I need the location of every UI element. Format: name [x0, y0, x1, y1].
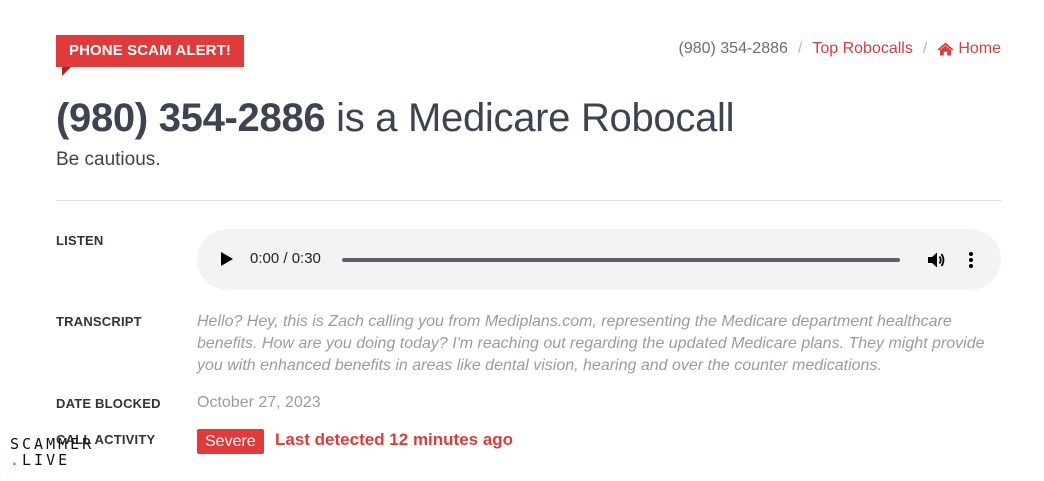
- play-icon[interactable]: [221, 252, 233, 266]
- last-detected-text: Last detected 12 minutes ago: [275, 430, 514, 449]
- watermark-logo: SCAMMER .LIVE: [10, 436, 94, 468]
- page-title-rest: is a Medicare Robocall: [325, 96, 735, 140]
- date-blocked-value: October 27, 2023: [197, 394, 321, 411]
- date-blocked-label: DATE BLOCKED: [56, 396, 161, 411]
- page: PHONE SCAM ALERT! (980) 354-2886 / Top R…: [0, 0, 1044, 481]
- breadcrumb-current: (980) 354-2886: [678, 40, 788, 57]
- alert-badge-tail: [62, 67, 71, 76]
- phone-number: (980) 354-2886: [56, 96, 326, 140]
- watermark-dot: .: [10, 451, 23, 469]
- transcript-text: Hello? Hey, this is Zach calling you fro…: [197, 313, 985, 374]
- page-subtitle: Be cautious.: [56, 149, 161, 170]
- breadcrumb-separator: /: [797, 40, 803, 57]
- breadcrumb: (980) 354-2886 / Top Robocalls / Home: [678, 40, 1001, 58]
- breadcrumb-home-link[interactable]: Home: [937, 40, 1001, 58]
- transcript-label: TRANSCRIPT: [56, 314, 142, 329]
- more-options-icon[interactable]: [968, 250, 974, 270]
- breadcrumb-home-label: Home: [958, 40, 1001, 57]
- volume-icon[interactable]: [926, 250, 946, 270]
- scam-alert-label: PHONE SCAM ALERT!: [69, 42, 231, 59]
- breadcrumb-separator: /: [922, 40, 928, 57]
- home-icon: [937, 42, 954, 56]
- severity-badge: Severe: [197, 429, 264, 454]
- audio-time: 0:00 / 0:30: [250, 250, 321, 267]
- scam-alert-badge: PHONE SCAM ALERT!: [56, 35, 244, 76]
- watermark-line1: SCAMMER: [10, 435, 95, 453]
- listen-label: LISTEN: [56, 233, 104, 248]
- page-title: (980) 354-2886 is a Medicare Robocall: [56, 96, 734, 141]
- divider: [56, 200, 1001, 201]
- watermark-line2: LIVE: [22, 451, 71, 469]
- breadcrumb-top-robocalls-link[interactable]: Top Robocalls: [812, 40, 913, 58]
- audio-player[interactable]: 0:00 / 0:30: [197, 229, 1001, 290]
- audio-progress-track[interactable]: [342, 258, 900, 262]
